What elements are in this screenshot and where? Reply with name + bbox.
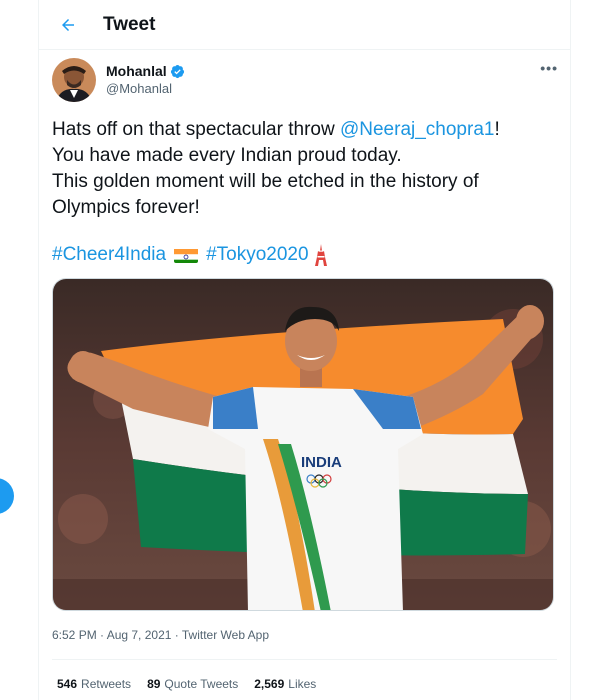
- tweet-author: Mohanlal @Mohanlal •••: [52, 58, 562, 106]
- tweet-line-3: This golden moment will be etched in the…: [52, 171, 479, 192]
- hashtag-link[interactable]: #Tokyo2020: [206, 242, 308, 268]
- retweets-stat[interactable]: 546 Retweets: [57, 677, 131, 691]
- arrow-left-icon[interactable]: [51, 8, 85, 42]
- retweets-count: 546: [57, 677, 78, 691]
- athlete-with-flag-photo: INDIA: [53, 279, 553, 610]
- page-title: Tweet: [103, 13, 156, 35]
- tweet-stats: 546 Retweets 89 Quote Tweets 2,569 Likes: [57, 677, 332, 691]
- quote-tweets-stat[interactable]: 89 Quote Tweets: [147, 677, 238, 691]
- likes-label: Likes: [288, 677, 317, 691]
- india-flag-icon: [174, 247, 199, 263]
- tweet-timestamp[interactable]: 6:52 PM · Aug 7, 2021 · Twitter Web App: [52, 628, 269, 642]
- quotes-count: 89: [147, 677, 161, 691]
- tweet-text-segment: !: [494, 119, 500, 140]
- verified-badge-icon: [170, 64, 184, 78]
- mention-link[interactable]: @Neeraj_chopra1: [340, 119, 495, 140]
- right-gutter: [571, 0, 600, 700]
- column-border: [38, 0, 39, 700]
- tweet-text-segment: Hats off on that spectacular throw: [52, 119, 340, 140]
- tweet-line-1: Hats off on that spectacular throw @Neer…: [52, 117, 557, 143]
- jersey-text: INDIA: [301, 454, 342, 471]
- avatar[interactable]: [52, 58, 96, 102]
- display-name[interactable]: Mohanlal: [106, 63, 167, 79]
- likes-stat[interactable]: 2,569 Likes: [254, 677, 316, 691]
- more-horizontal-icon[interactable]: •••: [540, 60, 558, 76]
- tokyo-tower-icon: [313, 243, 329, 267]
- divider: [52, 659, 557, 660]
- hashtag-row: #Cheer4India #Tokyo2020: [52, 242, 329, 268]
- quotes-label: Quote Tweets: [164, 677, 239, 691]
- left-gutter: [0, 0, 38, 700]
- retweets-label: Retweets: [81, 677, 132, 691]
- tweet-header: Tweet: [39, 0, 570, 50]
- likes-count: 2,569: [254, 677, 285, 691]
- tweet-line-4: Olympics forever!: [52, 197, 200, 218]
- author-names: Mohanlal @Mohanlal: [106, 63, 185, 96]
- tweet-photo[interactable]: INDIA: [52, 278, 554, 611]
- user-handle[interactable]: @Mohanlal: [106, 81, 185, 96]
- hashtag-link[interactable]: #Cheer4India: [52, 242, 166, 268]
- name-row: Mohanlal: [106, 63, 185, 79]
- tweet-line-2: You have made every Indian proud today.: [52, 145, 402, 166]
- tweet-text: Hats off on that spectacular throw @Neer…: [52, 117, 557, 221]
